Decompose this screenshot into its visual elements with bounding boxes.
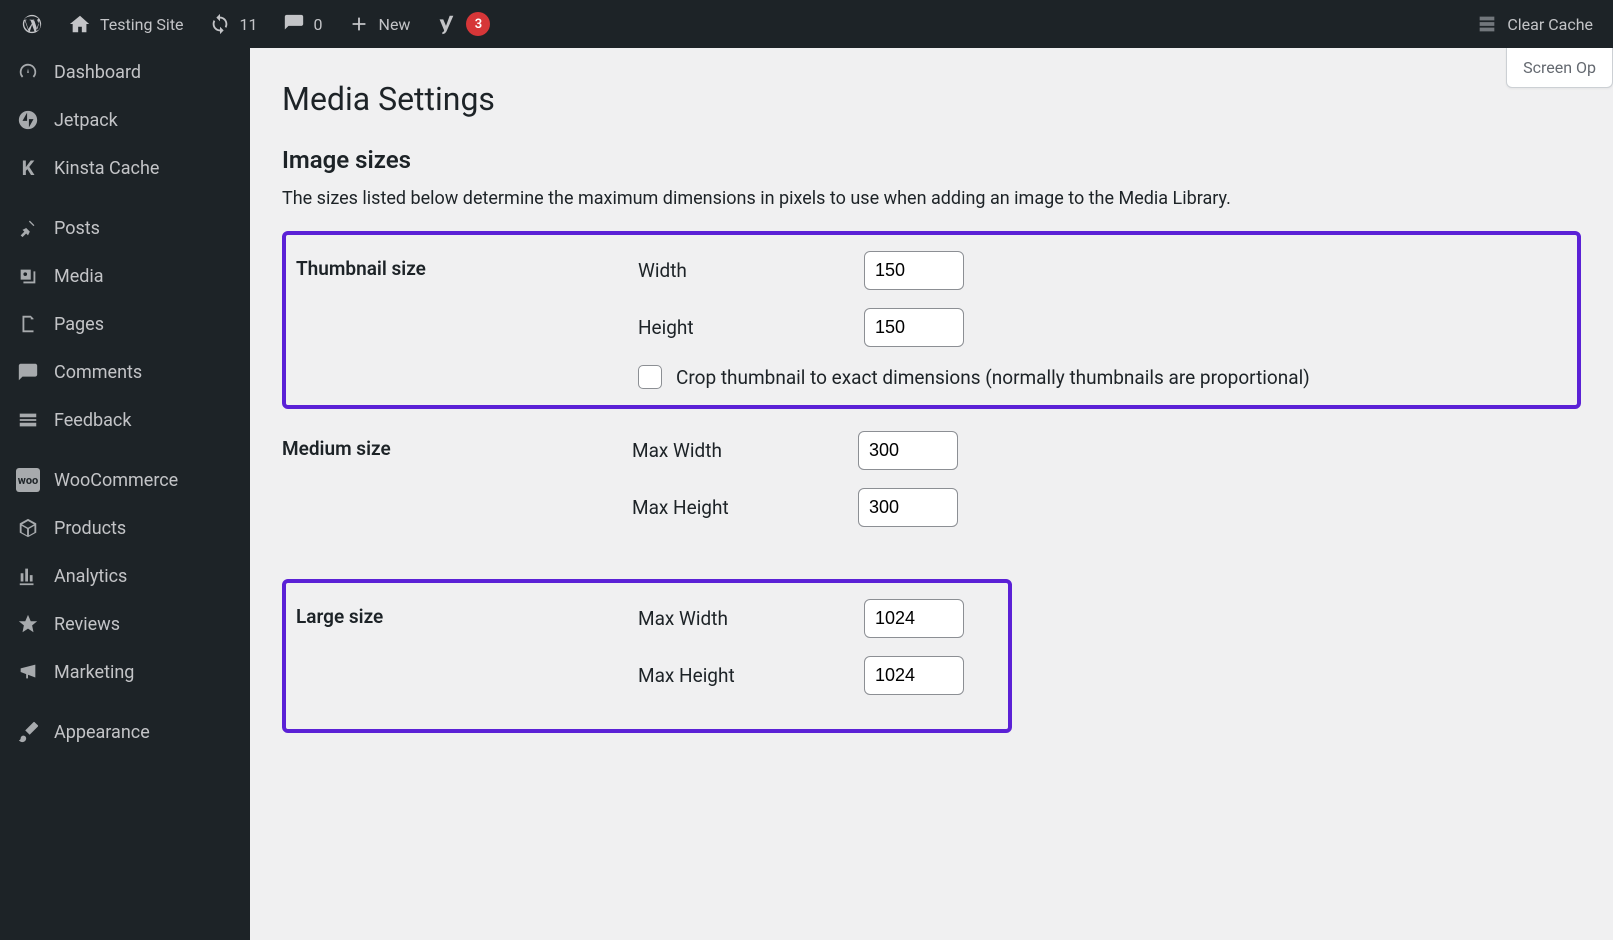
large-size-label: Large size	[288, 585, 628, 727]
large-height-input[interactable]	[864, 656, 964, 695]
comments-count: 0	[314, 15, 323, 34]
yoast-link[interactable]: 3	[422, 0, 502, 48]
brush-icon	[16, 720, 40, 744]
admin-sidebar: Dashboard Jetpack K Kinsta Cache Posts M…	[0, 48, 250, 940]
new-content-link[interactable]: New	[335, 0, 423, 48]
sidebar-label: Dashboard	[54, 62, 141, 83]
sidebar-label: Appearance	[54, 722, 150, 743]
megaphone-icon	[16, 660, 40, 684]
clear-cache-text: Clear Cache	[1507, 15, 1593, 34]
yoast-icon	[434, 12, 458, 36]
section-title: Image sizes	[282, 146, 1581, 174]
yoast-badge: 3	[466, 12, 490, 36]
medium-width-label: Max Width	[632, 439, 858, 462]
large-width-input[interactable]	[864, 599, 964, 638]
sidebar-item-posts[interactable]: Posts	[0, 204, 250, 252]
sidebar-item-appearance[interactable]: Appearance	[0, 708, 250, 756]
main-content: Screen Op Media Settings Image sizes The…	[250, 48, 1613, 940]
crop-checkbox[interactable]	[638, 365, 662, 389]
updates-link[interactable]: 11	[196, 0, 270, 48]
home-icon	[68, 12, 92, 36]
kinsta-icon: K	[16, 156, 40, 180]
jetpack-icon	[16, 108, 40, 132]
sidebar-item-jetpack[interactable]: Jetpack	[0, 96, 250, 144]
sidebar-label: Kinsta Cache	[54, 158, 159, 179]
medium-height-input[interactable]	[858, 488, 958, 527]
analytics-icon	[16, 564, 40, 588]
large-width-label: Max Width	[638, 607, 864, 630]
thumbnail-size-label: Thumbnail size	[288, 237, 628, 403]
plus-icon	[347, 12, 371, 36]
section-description: The sizes listed below determine the max…	[282, 188, 1581, 209]
sidebar-label: WooCommerce	[54, 470, 178, 491]
thumbnail-height-input[interactable]	[864, 308, 964, 347]
sidebar-label: Products	[54, 518, 126, 539]
pages-icon	[16, 312, 40, 336]
site-name-link[interactable]: Testing Site	[56, 0, 196, 48]
woo-icon: woo	[16, 468, 40, 492]
sidebar-label: Comments	[54, 362, 142, 383]
sidebar-label: Jetpack	[54, 110, 118, 131]
sidebar-item-marketing[interactable]: Marketing	[0, 648, 250, 696]
screen-options-button[interactable]: Screen Op	[1506, 48, 1613, 88]
sidebar-item-pages[interactable]: Pages	[0, 300, 250, 348]
sidebar-label: Marketing	[54, 662, 134, 683]
sidebar-label: Pages	[54, 314, 104, 335]
sidebar-item-woocommerce[interactable]: woo WooCommerce	[0, 456, 250, 504]
refresh-icon	[208, 12, 232, 36]
box-icon	[16, 516, 40, 540]
sidebar-label: Reviews	[54, 614, 120, 635]
clear-cache-link[interactable]: Clear Cache	[1463, 0, 1605, 48]
pin-icon	[16, 216, 40, 240]
admin-topbar: Testing Site 11 0 New 3 Clear Cache	[0, 0, 1613, 48]
medium-size-label: Medium size	[282, 417, 622, 559]
sidebar-item-media[interactable]: Media	[0, 252, 250, 300]
media-icon	[16, 264, 40, 288]
wordpress-icon	[20, 12, 44, 36]
large-height-label: Max Height	[638, 664, 864, 687]
sidebar-item-analytics[interactable]: Analytics	[0, 552, 250, 600]
medium-width-input[interactable]	[858, 431, 958, 470]
sidebar-item-kinsta[interactable]: K Kinsta Cache	[0, 144, 250, 192]
large-highlight: Large size Max Width Max Height	[282, 579, 1012, 733]
updates-count: 11	[240, 15, 258, 34]
page-title: Media Settings	[282, 80, 1581, 118]
thumbnail-highlight: Thumbnail size Width Height Crop thum	[282, 231, 1581, 409]
comment-icon	[282, 12, 306, 36]
sidebar-item-dashboard[interactable]: Dashboard	[0, 48, 250, 96]
star-icon	[16, 612, 40, 636]
thumbnail-height-label: Height	[638, 316, 864, 339]
thumbnail-width-label: Width	[638, 259, 864, 282]
screen-options-text: Screen Op	[1523, 58, 1596, 77]
sidebar-label: Media	[54, 266, 104, 287]
medium-height-label: Max Height	[632, 496, 858, 519]
sidebar-item-products[interactable]: Products	[0, 504, 250, 552]
sidebar-label: Feedback	[54, 410, 131, 431]
comments-link[interactable]: 0	[270, 0, 335, 48]
cache-icon	[1475, 12, 1499, 36]
wp-logo[interactable]	[8, 0, 56, 48]
crop-label: Crop thumbnail to exact dimensions (norm…	[676, 366, 1310, 389]
site-name-text: Testing Site	[100, 15, 184, 34]
sidebar-label: Posts	[54, 218, 100, 239]
dashboard-icon	[16, 60, 40, 84]
sidebar-label: Analytics	[54, 566, 127, 587]
thumbnail-width-input[interactable]	[864, 251, 964, 290]
sidebar-item-feedback[interactable]: Feedback	[0, 396, 250, 444]
new-label: New	[379, 15, 411, 34]
feedback-icon	[16, 408, 40, 432]
sidebar-item-comments[interactable]: Comments	[0, 348, 250, 396]
comments-icon	[16, 360, 40, 384]
sidebar-item-reviews[interactable]: Reviews	[0, 600, 250, 648]
